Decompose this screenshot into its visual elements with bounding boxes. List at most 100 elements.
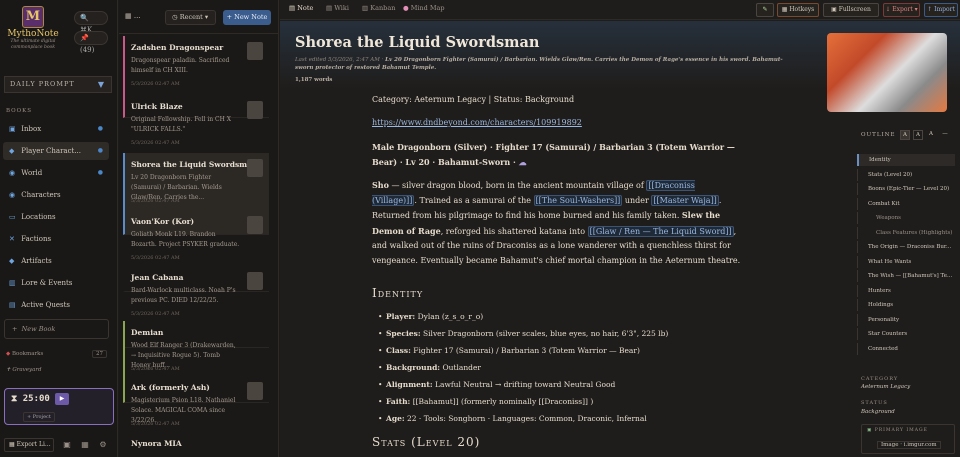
- outline-item[interactable]: Boons (Epic-Tier — Level 20): [857, 183, 955, 195]
- outline-item[interactable]: The Wish — [[Bahamut's] Te...: [857, 270, 955, 282]
- bookmarks-link[interactable]: ◆ Bookmarks: [6, 351, 43, 357]
- outline-item[interactable]: Connected: [857, 342, 955, 355]
- map-icon: ▭: [9, 213, 16, 221]
- outline-item[interactable]: Hunters: [857, 284, 955, 297]
- note-list: ▦ ... ◷ Recent ▾ + New Note Zadshen Drag…: [119, 0, 396, 457]
- tab-label: Wiki: [334, 4, 349, 12]
- primary-image-link[interactable]: Image · i.imgur.com: [877, 441, 941, 449]
- stats-heading: Stats (Level 20): [372, 435, 481, 449]
- sort-select[interactable]: ◷ Recent ▾: [165, 10, 216, 25]
- graveyard-label: Graveyard: [12, 367, 42, 373]
- import-button[interactable]: ↑ Import: [924, 3, 958, 17]
- export-button[interactable]: ↓ Export ▾: [883, 3, 920, 17]
- timer-value: 25:00: [22, 394, 50, 404]
- new-book-button[interactable]: + New Book: [4, 319, 109, 339]
- edit-button[interactable]: ✎: [756, 3, 774, 17]
- item-key: Alignment:: [386, 380, 433, 389]
- outline-item[interactable]: Class Features (Highlights): [857, 226, 955, 239]
- sidebar-item-active-quests[interactable]: ▤ Active Quests: [3, 296, 109, 314]
- item-key: Age:: [386, 414, 405, 423]
- brain-icon: ●: [403, 4, 409, 12]
- note-date: 5/3/2026 02:47 AM: [131, 198, 180, 204]
- dndbeyond-link[interactable]: https://www.dndbeyond.com/characters/109…: [372, 116, 582, 131]
- character-portrait[interactable]: [827, 33, 947, 112]
- note-thumbnail: [247, 42, 263, 60]
- daily-prompt-toggle[interactable]: DAILY PROMPT ▼: [4, 76, 112, 93]
- outline-item[interactable]: Personality: [857, 313, 955, 326]
- sidebar-item-characters[interactable]: ◉ Characters: [3, 186, 109, 204]
- chevron-down-icon: ▼: [97, 80, 105, 89]
- search-button[interactable]: 🔍 ⌘K: [74, 11, 108, 34]
- tab-note[interactable]: ▤ Note: [289, 4, 313, 12]
- outline-item[interactable]: Stats (Level 20): [857, 168, 955, 181]
- font-size-medium-button[interactable]: A: [913, 130, 923, 140]
- outline-item[interactable]: Holdings: [857, 299, 955, 311]
- wikilink[interactable]: [[Master Waja]]: [651, 194, 719, 206]
- globe-icon: ◉: [9, 169, 16, 177]
- hotkeys-button[interactable]: ▦ Hotkeys: [777, 3, 819, 17]
- sidebar-item-world[interactable]: ◉ World ●: [3, 164, 109, 182]
- droplet-icon: ●: [97, 125, 103, 132]
- dragon-icon: ☁: [518, 156, 527, 167]
- font-size-small-button[interactable]: A: [926, 130, 936, 140]
- tab-kanban[interactable]: ▥ Kanban: [362, 4, 395, 12]
- tab-label: Note: [297, 4, 314, 12]
- sidebar-item-factions[interactable]: ✕ Factions: [3, 230, 109, 248]
- bookmarks-label: Bookmarks: [11, 351, 44, 357]
- tab-label: Mind Map: [410, 4, 445, 12]
- note-thumbnail: [247, 382, 263, 400]
- wikilink[interactable]: [[Glaw / Ren — The Liquid Sword]]: [587, 225, 734, 237]
- outline-item[interactable]: What He Wants: [857, 255, 955, 268]
- note-date: 5/3/2026 02:47 AM: [131, 140, 180, 146]
- identity-heading: Identity: [372, 286, 424, 300]
- note-icon: ▤: [289, 4, 296, 12]
- graveyard-link[interactable]: ✝ Graveyard: [6, 367, 42, 373]
- category-value: Aeternum Legacy: [861, 384, 911, 390]
- tab-wiki[interactable]: ▤ Wiki: [326, 4, 349, 12]
- export-library-button[interactable]: ▦ Export Li...: [4, 438, 54, 452]
- app-logo[interactable]: M MythoNote The ultimate digital commonp…: [6, 6, 60, 50]
- inbox-icon: ▣: [9, 125, 16, 133]
- bookmark-icon: ◆: [6, 351, 11, 357]
- note-thumbnail: [247, 101, 263, 119]
- fullscreen-button[interactable]: ▣ Fullscreen: [823, 3, 879, 17]
- sidebar-item-lore-events[interactable]: ▥ Lore & Events: [3, 274, 109, 292]
- sidebar-item-label: Factions: [21, 235, 52, 243]
- sidebar-item-inbox[interactable]: ▣ Inbox ●: [3, 120, 109, 138]
- note-title[interactable]: Shorea the Liquid Swordsman: [295, 34, 539, 51]
- sidebar-item-artifacts[interactable]: ◆ Artifacts: [3, 252, 109, 270]
- search-icon: 🔍: [80, 14, 89, 22]
- font-size-large-button[interactable]: A: [900, 130, 910, 140]
- outline-heading: OUTLINE: [861, 132, 896, 138]
- bio-name: Sho: [372, 180, 389, 190]
- note-desc: Original Fellowship. Fell in CH X "ULRIC…: [131, 116, 232, 133]
- tab-mind-map[interactable]: ● Mind Map: [403, 4, 445, 12]
- class-line: Male Dragonborn (Silver) · Fighter 17 (S…: [372, 140, 742, 169]
- outline-item[interactable]: The Origin — Draconiss Bur...: [857, 241, 955, 253]
- list-view-toggle[interactable]: ▦ ...: [125, 12, 141, 20]
- settings-icon[interactable]: ⚙: [98, 440, 108, 450]
- item-key: Species:: [386, 329, 421, 338]
- sidebar-item-player-characters[interactable]: ◆ Player Charact... ●: [3, 142, 109, 160]
- wikilink[interactable]: [[The Soul-Washers]]: [533, 194, 623, 206]
- outline-item[interactable]: Identity: [857, 154, 955, 166]
- new-note-button[interactable]: + New Note: [223, 10, 271, 25]
- export-label: Export: [892, 6, 913, 13]
- note-date: 5/3/2026 02:47 AM: [131, 366, 180, 372]
- project-select[interactable]: + Project: [23, 412, 55, 422]
- outline-item[interactable]: Weapons: [857, 212, 955, 224]
- collapse-outline-button[interactable]: —: [940, 130, 950, 140]
- pins-button[interactable]: 📌 (49): [74, 31, 108, 54]
- save-icon[interactable]: ▣: [62, 440, 72, 450]
- wiki-icon: ▤: [326, 4, 333, 12]
- outline-item[interactable]: Star Counters: [857, 328, 955, 340]
- sidebar-item-locations[interactable]: ▭ Locations: [3, 208, 109, 226]
- gem-icon: ◆: [9, 257, 15, 265]
- outline-item[interactable]: Combat Kit: [857, 197, 955, 210]
- stats-icon[interactable]: ▦: [80, 440, 90, 450]
- identity-item: Faith: [[Bahamut]] (formerly nominally […: [378, 396, 593, 408]
- app-tagline: The ultimate digital commonplace book: [10, 39, 56, 50]
- list-item[interactable]: Nynora MIA: [123, 432, 269, 457]
- play-button[interactable]: ▶: [55, 393, 69, 405]
- note-thumbnail: [247, 272, 263, 290]
